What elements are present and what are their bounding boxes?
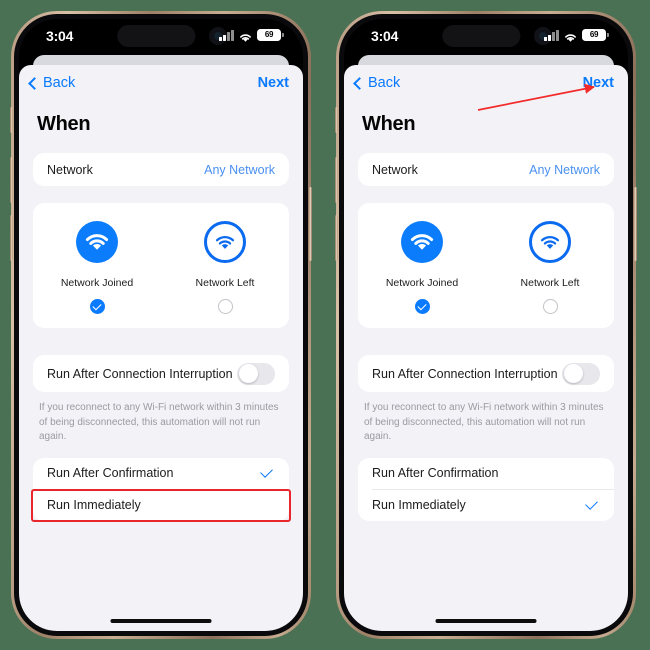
network-card: Network Any Network	[358, 153, 614, 186]
trigger-radio-selected[interactable]	[89, 299, 105, 314]
checkmark-icon	[585, 497, 598, 510]
run-mode-card: Run After Confirmation Run Immediately	[358, 457, 614, 521]
trigger-label: Network Left	[195, 277, 255, 289]
signal-bars-icon	[544, 29, 559, 41]
phone-screen: 3:04 69 Back Next When Network Any Netwo…	[344, 19, 628, 631]
network-label: Network	[47, 162, 93, 177]
network-value: Any Network	[204, 162, 275, 177]
network-label: Network	[372, 162, 418, 177]
interruption-row: Run After Connection Interruption	[358, 355, 614, 392]
wifi-icon	[563, 30, 578, 42]
dynamic-island	[117, 25, 196, 47]
run-mode-label: Run Immediately	[372, 498, 466, 512]
phone-after: 3:04 69 Back Next When Network Any Netwo…	[335, 11, 637, 639]
checkmark-icon	[417, 301, 427, 311]
status-indicators: 69	[544, 29, 609, 42]
volume-up-button[interactable]	[335, 157, 338, 203]
trigger-card: Network Joined Network Left	[358, 203, 614, 328]
power-button[interactable]	[634, 187, 637, 261]
page-title: When	[362, 113, 416, 135]
back-button[interactable]: Back	[353, 75, 401, 91]
chevron-left-icon	[353, 76, 366, 90]
trigger-radio-unselected[interactable]	[542, 299, 558, 314]
checkmark-icon	[92, 301, 102, 311]
run-after-confirmation-row[interactable]: Run After Confirmation	[33, 458, 289, 489]
run-immediately-row[interactable]: Run Immediately	[358, 490, 614, 521]
status-time: 3:04	[371, 28, 399, 44]
interruption-toggle[interactable]	[237, 362, 275, 385]
interruption-card: Run After Connection Interruption	[33, 355, 289, 392]
trigger-radio-unselected[interactable]	[217, 299, 233, 314]
volume-up-button[interactable]	[10, 157, 13, 203]
run-mode-card: Run After Confirmation Run Immediately	[31, 457, 291, 522]
phone-screen: 3:04 69 Back Next When Network Any Netwo…	[19, 19, 303, 631]
run-mode-label: Run After Confirmation	[372, 466, 499, 480]
trigger-card: Network Joined Network Left	[33, 203, 289, 328]
silent-switch-button[interactable]	[10, 107, 13, 133]
signal-bars-icon	[219, 29, 234, 41]
trigger-network-left[interactable]: Network Left	[161, 221, 289, 314]
trigger-network-left[interactable]: Network Left	[486, 221, 614, 314]
trigger-network-joined[interactable]: Network Joined	[33, 221, 161, 314]
interruption-label: Run After Connection Interruption	[47, 366, 233, 381]
navigation-bar: Back Next	[344, 65, 628, 105]
modal-sheet: Back Next When Network Any Network Netwo…	[19, 65, 303, 631]
interruption-footnote: If you reconnect to any Wi-Fi network wi…	[364, 402, 604, 442]
checkmark-icon	[260, 465, 273, 478]
phone-before: 3:04 69 Back Next When Network Any Netwo…	[10, 11, 312, 639]
screenshot-root: 3:04 69 Back Next When Network Any Netwo…	[0, 0, 650, 650]
trigger-label: Network Joined	[385, 277, 459, 289]
trigger-label: Network Left	[520, 277, 580, 289]
status-time: 3:04	[46, 28, 74, 44]
battery-icon: 69	[582, 29, 609, 41]
navigation-bar: Back Next	[19, 65, 303, 105]
chevron-left-icon	[28, 76, 41, 90]
network-row[interactable]: Network Any Network	[358, 153, 614, 186]
battery-icon: 69	[257, 29, 284, 41]
run-after-confirmation-row[interactable]: Run After Confirmation	[358, 458, 614, 489]
wifi-icon	[529, 221, 571, 263]
modal-sheet: Back Next When Network Any Network Netwo…	[344, 65, 628, 631]
status-indicators: 69	[219, 29, 284, 42]
page-title: When	[37, 113, 91, 135]
run-mode-label: Run Immediately	[47, 498, 141, 512]
trigger-network-joined[interactable]: Network Joined	[358, 221, 486, 314]
home-indicator[interactable]	[435, 618, 537, 623]
network-row[interactable]: Network Any Network	[33, 153, 289, 186]
wifi-icon	[401, 221, 443, 263]
trigger-label: Network Joined	[60, 277, 134, 289]
interruption-label: Run After Connection Interruption	[372, 366, 558, 381]
dynamic-island	[442, 25, 521, 47]
interruption-toggle[interactable]	[562, 362, 600, 385]
back-label: Back	[368, 75, 401, 91]
status-bar: 3:04 69	[344, 19, 628, 59]
next-button[interactable]: Next	[583, 75, 614, 91]
run-immediately-row[interactable]: Run Immediately	[31, 488, 291, 522]
interruption-card: Run After Connection Interruption	[358, 355, 614, 392]
back-label: Back	[43, 75, 76, 91]
power-button[interactable]	[309, 187, 312, 261]
volume-down-button[interactable]	[335, 215, 338, 261]
wifi-icon	[204, 221, 246, 263]
battery-percent: 69	[589, 30, 599, 39]
toggle-knob	[238, 364, 258, 383]
home-indicator[interactable]	[110, 618, 212, 623]
status-bar: 3:04 69	[19, 19, 303, 59]
wifi-icon	[76, 221, 118, 263]
interruption-footnote: If you reconnect to any Wi-Fi network wi…	[39, 402, 279, 442]
run-mode-label: Run After Confirmation	[47, 466, 174, 480]
volume-down-button[interactable]	[10, 215, 13, 261]
toggle-knob	[563, 364, 583, 383]
network-card: Network Any Network	[33, 153, 289, 186]
next-button[interactable]: Next	[258, 75, 289, 91]
battery-percent: 69	[264, 30, 274, 39]
wifi-icon	[238, 30, 253, 42]
interruption-row: Run After Connection Interruption	[33, 355, 289, 392]
trigger-radio-selected[interactable]	[414, 299, 430, 314]
back-button[interactable]: Back	[28, 75, 76, 91]
network-value: Any Network	[529, 162, 600, 177]
silent-switch-button[interactable]	[335, 107, 338, 133]
